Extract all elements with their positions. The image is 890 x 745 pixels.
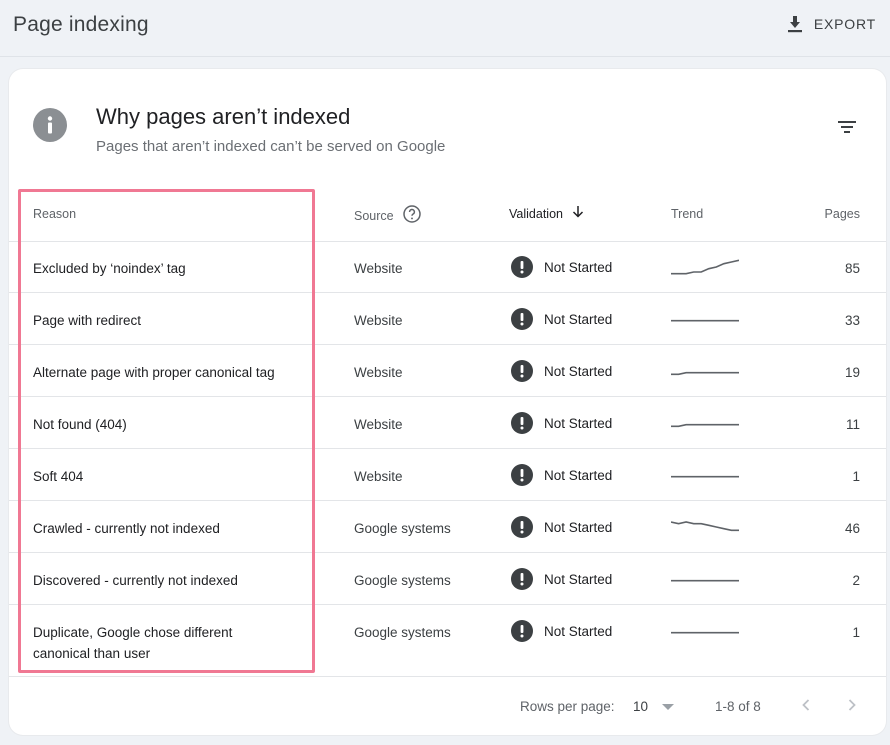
validation-status: Not Started <box>544 259 613 275</box>
rows-per-page-label: Rows per page: <box>520 699 615 714</box>
page-title: Page indexing <box>13 13 149 36</box>
reason-cell: Not found (404) <box>33 417 127 432</box>
card-subtitle: Pages that aren’t indexed can’t be serve… <box>96 138 446 155</box>
reason-cell: Discovered - currently not indexed <box>33 573 238 588</box>
chevron-left-icon <box>794 699 818 721</box>
warning-icon <box>511 412 533 434</box>
next-page-button[interactable] <box>840 693 864 717</box>
rows-per-page-value: 10 <box>633 698 649 714</box>
reason-cell: Crawled - currently not indexed <box>33 521 220 536</box>
pages-cell: 1 <box>852 469 860 484</box>
table-header: Reason Source Validation Trend Pages <box>9 191 886 242</box>
column-header-pages[interactable]: Pages <box>825 207 860 221</box>
source-cell: Google systems <box>354 521 451 536</box>
pages-cell: 1 <box>852 625 860 640</box>
reason-cell: Alternate page with proper canonical tag <box>33 365 275 380</box>
validation-status: Not Started <box>544 311 613 327</box>
arrow-down-icon <box>571 205 585 222</box>
validation-status: Not Started <box>544 467 613 483</box>
caret-down-icon <box>662 699 675 714</box>
source-cell: Google systems <box>354 573 451 588</box>
column-header-validation[interactable]: Validation <box>509 205 585 222</box>
table-row[interactable]: Soft 404 Website Not Started 1 <box>9 449 886 501</box>
reason-cell: Page with redirect <box>33 313 142 328</box>
warning-icon <box>511 360 533 382</box>
source-cell: Website <box>354 417 403 432</box>
source-cell: Website <box>354 469 403 484</box>
warning-icon <box>511 256 533 278</box>
filter-icon[interactable] <box>835 115 859 139</box>
warning-icon <box>511 568 533 590</box>
reason-cell: Excluded by ‘noindex’ tag <box>33 261 186 276</box>
table-row[interactable]: Crawled - currently not indexed Google sy… <box>9 501 886 553</box>
trend-sparkline <box>671 617 739 645</box>
validation-cell: Not Started <box>511 464 612 486</box>
source-cell: Website <box>354 313 403 328</box>
trend-sparkline <box>671 305 739 333</box>
table-row[interactable]: Not found (404) Website Not Started 11 <box>9 397 886 449</box>
top-bar: Page indexing EXPORT <box>0 0 890 57</box>
validation-status: Not Started <box>544 623 613 639</box>
trend-sparkline <box>671 409 739 437</box>
validation-cell: Not Started <box>511 568 612 590</box>
column-header-source[interactable]: Source <box>354 204 422 227</box>
export-label: EXPORT <box>813 16 876 32</box>
reason-cell: Duplicate, Google chose different canoni… <box>33 625 233 661</box>
chevron-right-icon <box>840 699 864 721</box>
table-footer: Rows per page: 10 1-8 of 8 <box>9 676 886 736</box>
card-title: Why pages aren’t indexed <box>96 104 351 129</box>
trend-sparkline <box>671 253 740 281</box>
validation-cell: Not Started <box>511 308 612 330</box>
warning-icon <box>511 620 533 642</box>
validation-cell: Not Started <box>511 256 612 278</box>
export-button[interactable]: EXPORT <box>786 12 876 36</box>
pages-cell: 11 <box>845 417 860 432</box>
trend-sparkline <box>671 461 739 489</box>
validation-status: Not Started <box>544 363 613 379</box>
reasons-card: Why pages aren’t indexed Pages that aren… <box>9 69 886 735</box>
table-row[interactable]: Page with redirect Website Not Started 33 <box>9 293 886 345</box>
validation-status: Not Started <box>544 519 613 535</box>
table-row[interactable]: Discovered - currently not indexed Google… <box>9 553 886 605</box>
column-header-trend: Trend <box>671 207 704 221</box>
trend-sparkline <box>671 565 739 593</box>
table-row[interactable]: Alternate page with proper canonical tag… <box>9 345 886 397</box>
help-icon[interactable] <box>402 204 422 227</box>
column-header-reason[interactable]: Reason <box>33 207 76 221</box>
pages-cell: 19 <box>844 365 860 380</box>
validation-cell: Not Started <box>511 620 612 642</box>
trend-sparkline <box>670 513 739 541</box>
download-icon <box>786 15 804 33</box>
reason-cell: Soft 404 <box>33 469 84 484</box>
pages-cell: 2 <box>852 573 860 588</box>
validation-status: Not Started <box>544 571 613 587</box>
pagination-range: 1-8 of 8 <box>715 699 761 714</box>
previous-page-button[interactable] <box>794 693 818 717</box>
pages-cell: 85 <box>844 261 860 276</box>
table-row[interactable]: Duplicate, Google chose different canoni… <box>9 605 886 675</box>
source-cell: Google systems <box>354 625 451 640</box>
source-cell: Website <box>354 365 403 380</box>
pages-cell: 46 <box>844 521 860 536</box>
source-cell: Website <box>354 261 403 276</box>
info-icon <box>33 108 67 142</box>
warning-icon <box>511 516 533 538</box>
warning-icon <box>511 464 533 486</box>
trend-sparkline <box>671 357 739 385</box>
validation-cell: Not Started <box>511 412 612 434</box>
validation-cell: Not Started <box>511 516 612 538</box>
validation-status: Not Started <box>544 415 613 431</box>
warning-icon <box>511 308 533 330</box>
validation-cell: Not Started <box>511 360 612 382</box>
pages-cell: 33 <box>844 313 860 328</box>
rows-per-page-select[interactable]: 10 <box>633 694 675 718</box>
table-row[interactable]: Excluded by ‘noindex’ tag Website Not Star… <box>9 241 886 293</box>
